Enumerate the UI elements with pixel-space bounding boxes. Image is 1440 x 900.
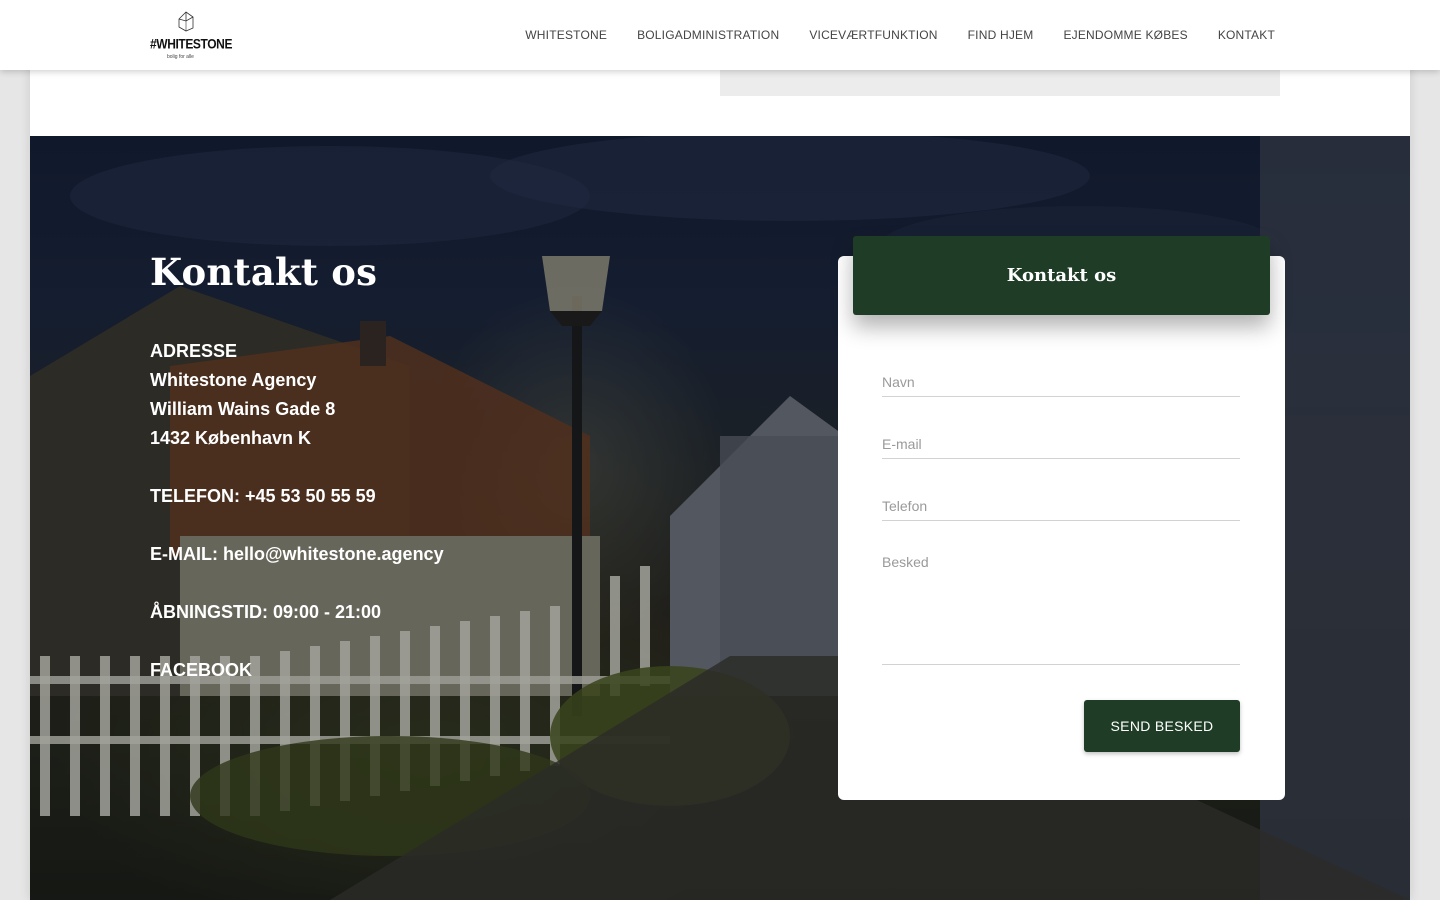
form-card-header: Kontakt os — [853, 236, 1270, 315]
address-line: Whitestone Agency — [150, 370, 317, 390]
email-field[interactable] — [882, 430, 1240, 459]
main-nav: WHITESTONE BOLIGADMINISTRATION VICEVÆRTF… — [525, 0, 1275, 70]
email-link[interactable]: E-MAIL: hello@whitestone.agency — [150, 540, 444, 569]
site-header: #WHITESTONE bolig for alle WHITESTONE BO… — [0, 0, 1440, 70]
previous-section-panel — [720, 70, 1280, 96]
logo-tagline: bolig for alle — [167, 54, 194, 60]
nav-item-kontakt[interactable]: KONTAKT — [1218, 28, 1275, 42]
message-field[interactable] — [882, 552, 1240, 665]
phone-text: TELEFON: +45 53 50 55 59 — [150, 486, 376, 506]
facebook-link[interactable]: FACEBOOK — [150, 656, 444, 685]
address-line: 1432 København K — [150, 428, 312, 448]
logo-name: #WHITESTONE — [150, 36, 233, 53]
nav-item-whitestone[interactable]: WHITESTONE — [525, 28, 607, 42]
contact-info: Kontakt os ADRESSE Whitestone Agency Wil… — [150, 254, 444, 685]
contact-section: Kontakt os ADRESSE Whitestone Agency Wil… — [30, 136, 1410, 900]
name-field[interactable] — [882, 368, 1240, 397]
nav-item-find-hjem[interactable]: FIND HJEM — [968, 28, 1034, 42]
nav-item-vicevaertfunktion[interactable]: VICEVÆRTFUNKTION — [809, 28, 937, 42]
nav-item-ejendomme-kobes[interactable]: EJENDOMME KØBES — [1063, 28, 1187, 42]
nav-item-boligadministration[interactable]: BOLIGADMINISTRATION — [637, 28, 779, 42]
page-wrapper: Kontakt os ADRESSE Whitestone Agency Wil… — [30, 0, 1410, 900]
opening-hours: ÅBNINGSTID: 09:00 - 21:00 — [150, 602, 382, 622]
address-label: ADRESSE — [150, 341, 238, 361]
facebook-link-text[interactable]: FACEBOOK — [150, 660, 252, 680]
site-logo[interactable]: #WHITESTONE bolig for alle — [150, 10, 233, 62]
send-message-button[interactable]: SEND BESKED — [1084, 700, 1240, 752]
house-logo-icon — [178, 11, 194, 32]
contact-title: Kontakt os — [150, 250, 378, 294]
phone-field[interactable] — [882, 492, 1240, 521]
address-line: William Wains Gade 8 — [150, 399, 336, 419]
